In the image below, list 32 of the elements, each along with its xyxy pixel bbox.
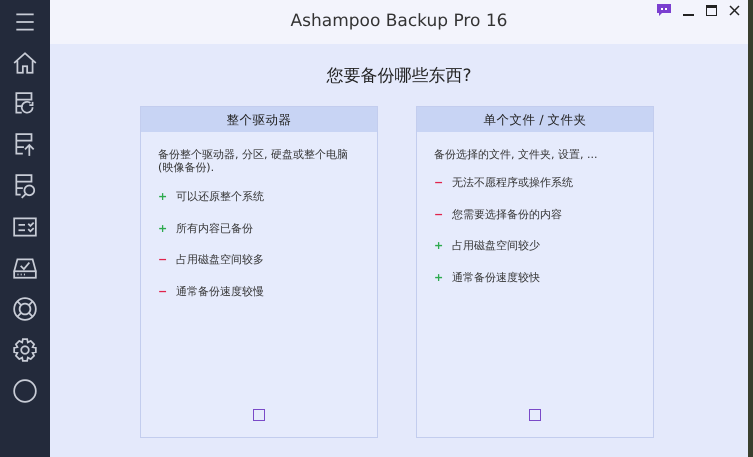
option-title: 整个驱动器	[141, 106, 377, 132]
option-description: 备份选择的文件, 文件夹, 设置, ...	[434, 148, 598, 162]
maximize-icon[interactable]	[706, 4, 717, 16]
plus-sign: +	[158, 220, 166, 236]
minus-sign: −	[434, 206, 442, 223]
chat-icon[interactable]	[657, 4, 671, 16]
minus-sign: −	[434, 175, 442, 192]
settings-icon[interactable]	[12, 337, 38, 363]
feature-text: 占用磁盘空间较多	[176, 252, 264, 268]
option-title: 单个文件 / 文件夹	[417, 106, 653, 132]
home-icon[interactable]	[12, 50, 38, 76]
option-description: 备份整个驱动器, 分区, 硬盘或整个电脑 (映像备份).	[158, 148, 349, 175]
lifebuoy-icon[interactable]	[12, 296, 38, 322]
feature-text: 无法不愿程序或操作系统	[452, 175, 573, 192]
page-heading: 您要备份哪些东西?	[325, 65, 473, 88]
plus-sign: +	[158, 189, 166, 205]
window-title: Ashampoo Backup Pro 16	[290, 10, 508, 34]
plus-sign: +	[434, 270, 442, 286]
option-card[interactable]: 单个文件 / 文件夹 备份选择的文件, 文件夹, 设置, ... − 无法不愿程序或操作系统 − 您需要选择备份的内容 + 占用磁盘空间较少 + 通常备份速度较快	[416, 106, 654, 438]
feature-text: 可以还原整个系统	[176, 189, 264, 205]
feature-text: 占用磁盘空间较少	[452, 238, 540, 254]
minus-sign: −	[158, 284, 166, 300]
checkbox[interactable]	[529, 408, 541, 420]
close-icon[interactable]	[729, 4, 740, 16]
minus-sign: −	[158, 252, 166, 268]
plus-sign: +	[434, 238, 442, 254]
feature-text: 所有内容已备份	[176, 220, 253, 236]
option-card[interactable]: 整个驱动器 备份整个驱动器, 分区, 硬盘或整个电脑 (映像备份). + 可以还原整个系统 + 所有内容已备份 − 占用磁盘空间较多 − 通常备份速度较慢	[140, 106, 378, 438]
feature-text: 通常备份速度较慢	[176, 284, 264, 300]
feature-text: 您需要选择备份的内容	[452, 206, 562, 223]
checkbox[interactable]	[253, 408, 265, 420]
feature-text: 通常备份速度较快	[452, 270, 540, 286]
